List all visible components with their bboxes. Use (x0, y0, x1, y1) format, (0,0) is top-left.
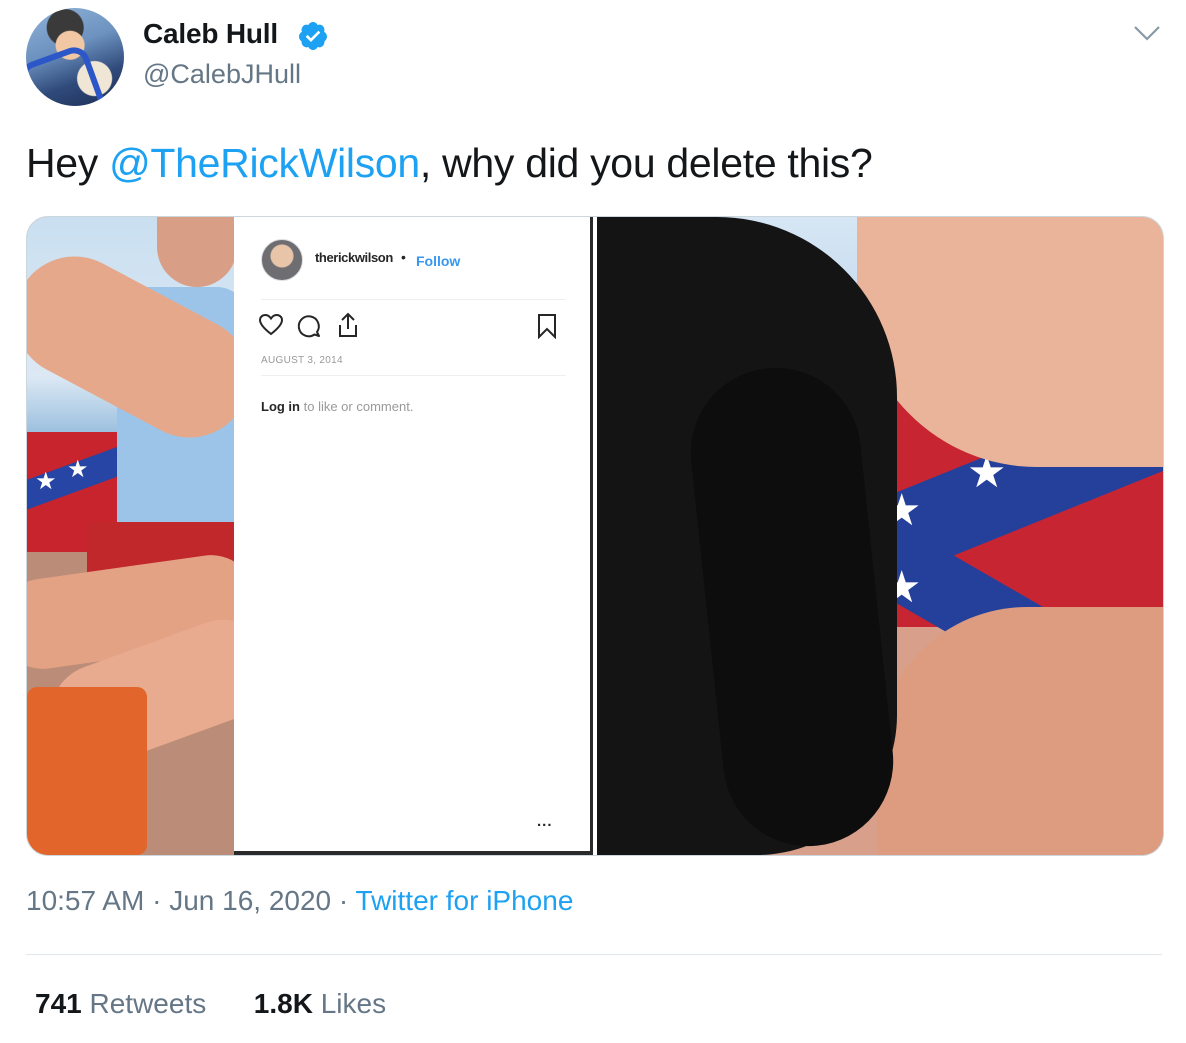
meta-separator: · (338, 885, 349, 916)
likes-stat[interactable]: 1.8K Likes (254, 988, 386, 1019)
chevron-down-icon[interactable] (1133, 24, 1161, 42)
retweets-stat[interactable]: 741 Retweets (35, 988, 206, 1019)
tweet-date[interactable]: Jun 16, 2020 (169, 885, 331, 916)
comment-icon (297, 315, 320, 338)
meta-separator: · (152, 885, 162, 916)
retweets-label: Retweets (89, 988, 207, 1019)
author-handle[interactable]: @CalebJHull (143, 59, 301, 90)
instagram-date: AUGUST 3, 2014 (261, 355, 343, 366)
likes-count: 1.8K (253, 988, 313, 1019)
verified-badge-icon (298, 22, 327, 50)
share-icon (339, 312, 357, 337)
tweet-text: Hey @TheRickWilson, why did you delete t… (26, 140, 873, 187)
likes-label: Likes (320, 988, 387, 1019)
heart-icon (258, 313, 284, 336)
author-display-name[interactable]: Caleb Hull (143, 18, 278, 50)
divider (26, 954, 1162, 955)
retweets-count: 741 (35, 988, 82, 1019)
tweet-time[interactable]: 10:57 AM (26, 885, 144, 916)
instagram-username: therickwilson (315, 250, 393, 265)
tweet-meta: 10:57 AM · Jun 16, 2020 · Twitter for iP… (26, 885, 573, 917)
author-avatar[interactable] (26, 8, 124, 106)
tweet-stats: 741 Retweets 1.8K Likes (35, 988, 386, 1020)
bookmark-icon (538, 314, 556, 339)
instagram-login-prompt: Log in to like or comment. (261, 399, 413, 414)
instagram-avatar (261, 239, 303, 281)
tweet-source-link[interactable]: Twitter for iPhone (356, 885, 574, 916)
tweet-text-end: , why did you delete this? (419, 140, 873, 186)
more-options-icon: ... (537, 813, 553, 830)
instagram-post-card: therickwilson • Follow AUGUST 3, 2014 Lo… (234, 217, 593, 855)
tweet-text-start: Hey (26, 140, 110, 186)
instagram-separator: • (401, 249, 406, 265)
divider (261, 299, 566, 300)
divider (261, 375, 566, 376)
tweet-media[interactable]: ★ ★ therickwilson • Follow AUGUST 3, 201… (26, 216, 1164, 856)
instagram-login-rest: to like or comment. (300, 399, 414, 414)
mention-link[interactable]: @TheRickWilson (109, 140, 420, 186)
instagram-follow-link: Follow (416, 253, 461, 269)
instagram-login-link: Log in (261, 399, 300, 414)
right-photo[interactable]: ★ ★ ★ ★ (597, 217, 1163, 855)
